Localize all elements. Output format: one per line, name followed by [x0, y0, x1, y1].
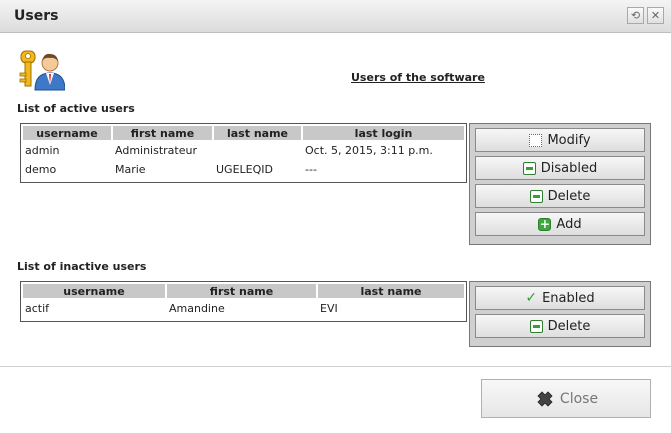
- modify-icon: [529, 133, 543, 147]
- table-row[interactable]: demo Marie UGELEQID ---: [23, 161, 464, 178]
- close-icon[interactable]: ✕: [647, 7, 664, 24]
- column-header-last-name[interactable]: last name: [214, 126, 301, 140]
- enable-label: Enabled: [542, 290, 595, 306]
- column-header-username[interactable]: username: [23, 284, 165, 298]
- check-icon: ✓: [525, 290, 538, 306]
- table-row[interactable]: actif Amandine EVI: [23, 300, 464, 317]
- column-header-last-name[interactable]: last name: [318, 284, 464, 298]
- close-button[interactable]: Close: [481, 379, 651, 418]
- footer-divider: [0, 366, 671, 367]
- disable-label: Disabled: [540, 160, 598, 176]
- refresh-icon[interactable]: ⟲: [627, 7, 644, 24]
- title-bar: Users ⟲ ✕: [0, 0, 671, 33]
- cell-last-name: UGELEQID: [216, 163, 273, 176]
- column-header-username[interactable]: username: [23, 126, 111, 140]
- enable-button[interactable]: ✓ Enabled: [475, 286, 645, 310]
- active-users-label: List of active users: [17, 102, 135, 115]
- delete-inactive-button[interactable]: Delete: [475, 314, 645, 338]
- cell-first-name: Marie: [115, 163, 146, 176]
- cell-first-name: Administrateur: [115, 144, 197, 157]
- disable-button[interactable]: Disabled: [475, 156, 645, 180]
- active-users-actions: Modify Disabled Delete + Add: [469, 123, 651, 245]
- inactive-users-label: List of inactive users: [17, 260, 147, 273]
- table-row[interactable]: admin Administrateur Oct. 5, 2015, 3:11 …: [23, 142, 464, 159]
- cell-last-name: [214, 142, 301, 159]
- inactive-users-table: username first name last name actif Aman…: [20, 281, 467, 322]
- column-header-first-name[interactable]: first name: [113, 126, 212, 140]
- active-users-table: username first name last name last login…: [20, 123, 467, 183]
- minus-icon: [522, 161, 536, 175]
- add-user-button[interactable]: + Add: [475, 212, 645, 236]
- delete-active-button[interactable]: Delete: [475, 184, 645, 208]
- column-header-last-login[interactable]: last login: [303, 126, 464, 140]
- plus-icon: +: [538, 216, 552, 231]
- page-title: Users of the software: [351, 71, 485, 84]
- column-header-first-name[interactable]: first name: [167, 284, 316, 298]
- close-x-icon: [537, 390, 553, 407]
- cell-first-name: Amandine: [169, 302, 225, 315]
- modify-label: Modify: [547, 132, 591, 148]
- modify-button[interactable]: Modify: [475, 128, 645, 152]
- close-label: Close: [559, 390, 599, 407]
- add-label: Add: [556, 216, 582, 232]
- cell-last-name: EVI: [320, 302, 338, 315]
- cell-last-login: ---: [305, 163, 317, 176]
- delete-label: Delete: [547, 318, 591, 334]
- delete-label: Delete: [547, 188, 591, 204]
- cell-last-login: Oct. 5, 2015, 3:11 p.m.: [305, 144, 433, 157]
- inactive-users-actions: ✓ Enabled Delete: [469, 281, 651, 347]
- minus-icon: [529, 189, 543, 203]
- cell-username: actif: [25, 302, 50, 315]
- minus-icon: [529, 319, 543, 333]
- window-title: Users: [14, 8, 59, 24]
- users-key-logo-icon: [19, 50, 65, 91]
- cell-username: admin: [25, 144, 60, 157]
- cell-username: demo: [25, 163, 57, 176]
